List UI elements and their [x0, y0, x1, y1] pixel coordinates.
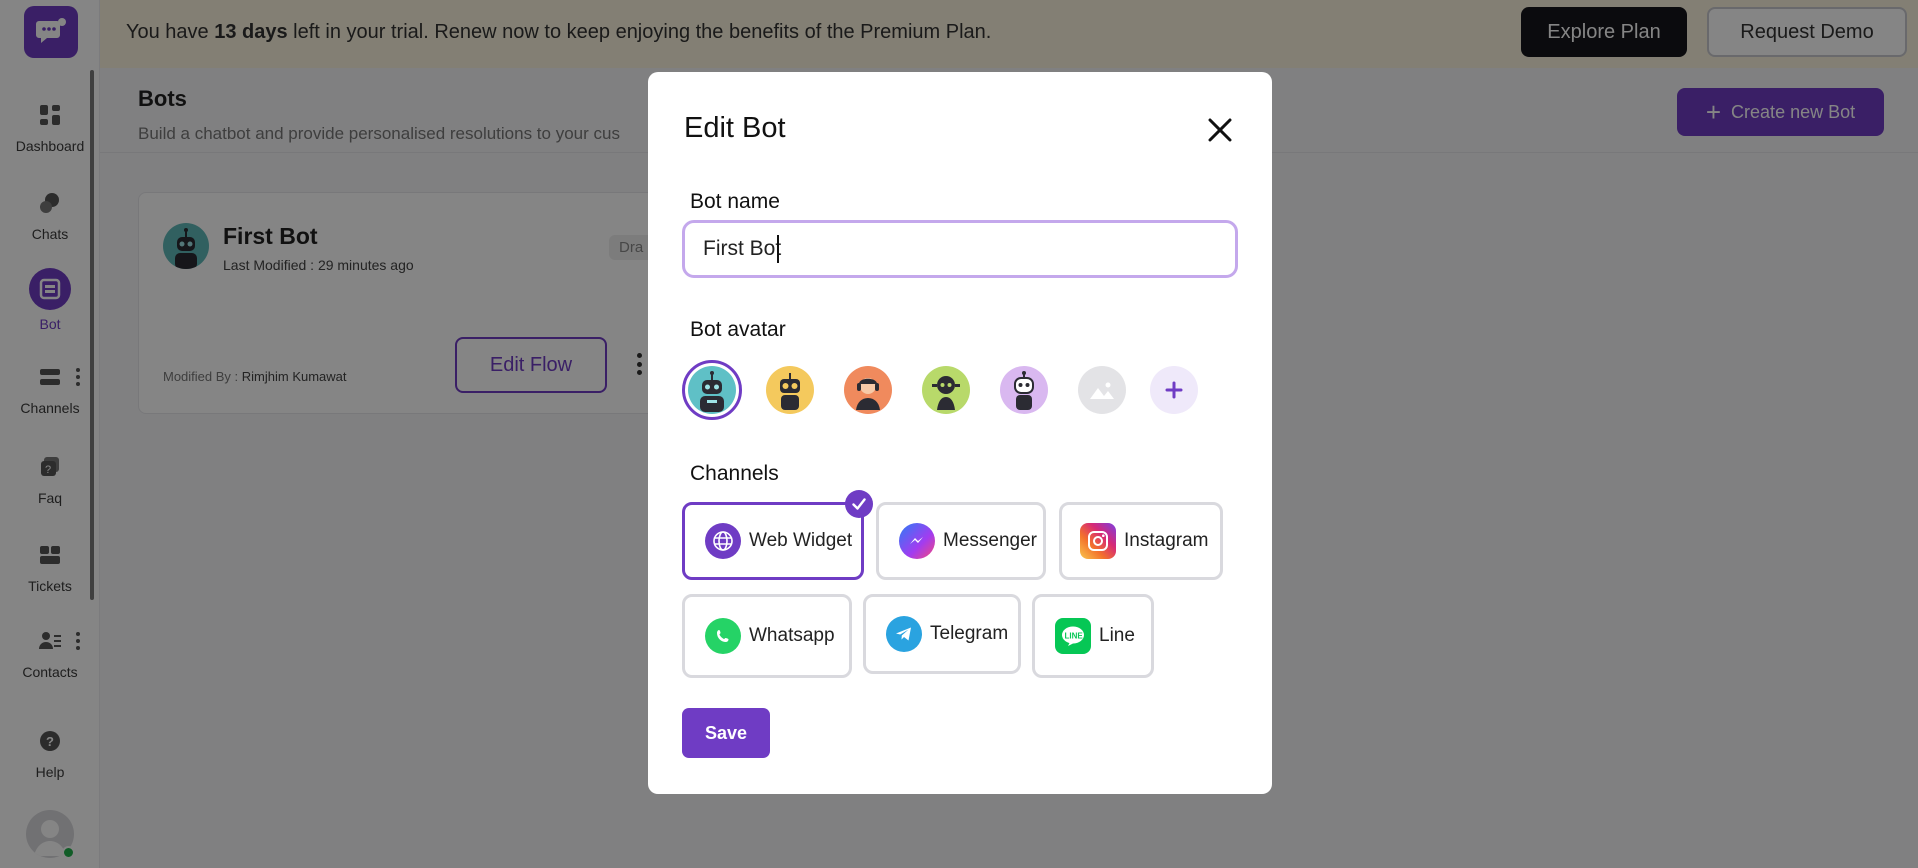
bot-avatar-label: Bot avatar: [690, 318, 786, 341]
close-icon[interactable]: [1200, 110, 1240, 150]
channels-label: Channels: [690, 462, 779, 485]
messenger-icon: [899, 523, 935, 559]
save-button[interactable]: Save: [682, 708, 770, 758]
globe-icon: [705, 523, 741, 559]
whatsapp-icon: [705, 618, 741, 654]
check-icon: [845, 490, 873, 518]
green-robot-avatar[interactable]: [922, 366, 970, 414]
teal-robot-avatar[interactable]: [682, 360, 742, 420]
channel-label: Web Widget: [749, 530, 853, 551]
line-icon: LINE: [1055, 618, 1091, 654]
orange-person-avatar[interactable]: [844, 366, 892, 414]
channel-line[interactable]: LINE Line: [1032, 594, 1154, 678]
bot-name-input[interactable]: [682, 220, 1238, 278]
telegram-icon: [886, 616, 922, 652]
text-cursor: [777, 235, 779, 263]
channel-messenger[interactable]: Messenger: [876, 502, 1046, 580]
channel-label: Messenger: [943, 530, 1037, 551]
purple-robot-avatar[interactable]: [1000, 366, 1048, 414]
channel-label: Whatsapp: [749, 625, 835, 646]
yellow-robot-avatar[interactable]: [766, 366, 814, 414]
plus-icon: [1165, 381, 1183, 399]
avatar-picker: [682, 360, 1242, 420]
channel-label: Line: [1099, 625, 1135, 646]
channel-instagram[interactable]: Instagram: [1059, 502, 1223, 580]
modal-title: Edit Bot: [684, 112, 786, 144]
svg-text:LINE: LINE: [1065, 632, 1084, 641]
channel-telegram[interactable]: Telegram: [863, 594, 1021, 674]
instagram-icon: [1080, 523, 1116, 559]
bot-name-label: Bot name: [690, 190, 780, 213]
channel-label: Instagram: [1124, 530, 1209, 551]
edit-bot-modal: Edit Bot Bot name Bot avatar Chan: [648, 72, 1272, 794]
add-avatar-button[interactable]: [1150, 366, 1198, 414]
channel-whatsapp[interactable]: Whatsapp: [682, 594, 852, 678]
image-placeholder-avatar[interactable]: [1078, 366, 1126, 414]
channel-web-widget[interactable]: Web Widget: [682, 502, 864, 580]
channel-label: Telegram: [930, 623, 1009, 644]
